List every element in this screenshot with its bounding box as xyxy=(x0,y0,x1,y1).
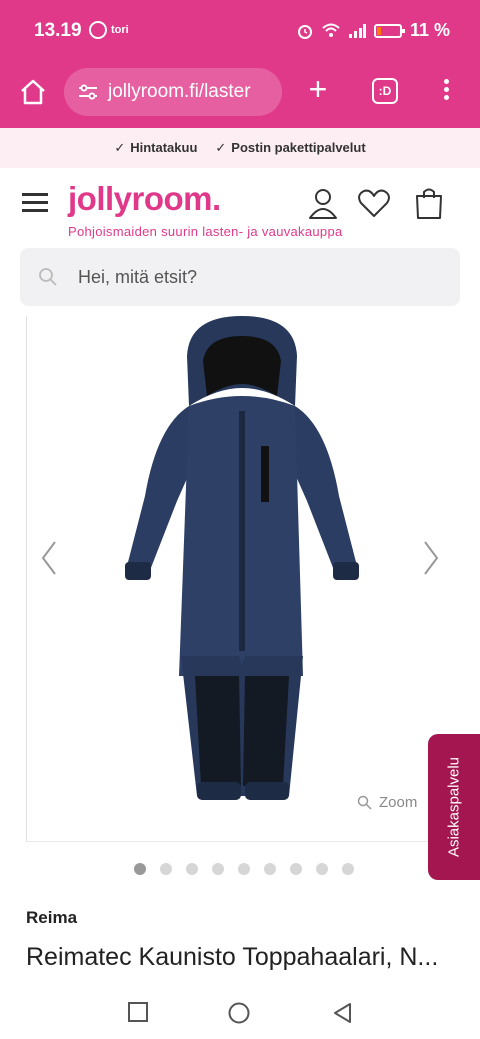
product-title: Reimatec Kaunisto Toppahaalari, N... xyxy=(26,943,439,971)
promo-item: ✓ Postin pakettipalvelut xyxy=(215,140,366,155)
status-bar: 13.19 tori 11 % xyxy=(0,0,480,62)
search-icon xyxy=(39,268,57,286)
zoom-label: Zoom xyxy=(379,794,418,811)
zoom-button[interactable]: Zoom xyxy=(357,794,417,811)
promo-strip: ✓ Hintatakuu ✓ Postin pakettipalvelut xyxy=(0,128,480,168)
product-image xyxy=(125,316,359,800)
check-icon: ✓ xyxy=(114,140,126,155)
gallery-pagination xyxy=(134,863,354,875)
account-icon[interactable] xyxy=(306,186,340,220)
previous-image-arrow-icon[interactable] xyxy=(39,538,59,578)
gallery-dot[interactable] xyxy=(290,863,302,875)
gallery-dot[interactable] xyxy=(238,863,250,875)
recent-apps-icon[interactable] xyxy=(128,1002,148,1022)
browser-menu-button[interactable] xyxy=(438,76,454,106)
notification-tori: tori xyxy=(111,24,129,36)
site-header: jollyroom. Pohjoismaiden suurin lasten- … xyxy=(0,168,480,246)
product-image-gallery[interactable]: Zoom xyxy=(26,316,454,842)
wishlist-heart-icon[interactable] xyxy=(357,186,391,220)
system-nav-bar xyxy=(0,984,480,1039)
status-right: 11 % xyxy=(296,20,450,41)
whatsapp-icon xyxy=(89,21,107,39)
site-settings-icon[interactable] xyxy=(78,84,98,100)
hamburger-menu-icon[interactable] xyxy=(22,193,48,213)
check-icon: ✓ xyxy=(215,140,227,155)
site-tagline: Pohjoismaiden suurin lasten- ja vauvakau… xyxy=(68,224,343,239)
battery-icon xyxy=(373,23,405,38)
status-time: 13.19 xyxy=(34,20,82,41)
promo-item: ✓ Hintatakuu xyxy=(114,140,198,155)
customer-service-tab[interactable]: Asiakaspalvelu xyxy=(428,734,480,880)
battery-percent: 11 % xyxy=(409,20,450,40)
browser-toolbar: jollyroom.fi/laster + :D xyxy=(0,62,480,128)
tab-switcher-button[interactable]: :D xyxy=(372,78,398,104)
next-image-arrow-icon[interactable] xyxy=(421,538,441,578)
product-brand[interactable]: Reima xyxy=(26,908,77,928)
gallery-dot[interactable] xyxy=(342,863,354,875)
alarm-icon xyxy=(297,24,312,39)
new-tab-button[interactable]: + xyxy=(302,73,334,106)
signal-icon xyxy=(348,23,366,38)
gallery-dot[interactable] xyxy=(134,863,146,875)
site-logo[interactable]: jollyroom. xyxy=(68,180,221,218)
gallery-dot[interactable] xyxy=(212,863,224,875)
gallery-dot[interactable] xyxy=(186,863,198,875)
search-placeholder: Hei, mitä etsit? xyxy=(78,266,198,287)
cart-bag-icon[interactable] xyxy=(412,186,446,220)
home-icon[interactable] xyxy=(18,77,48,107)
zoom-icon xyxy=(357,795,372,810)
url-bar[interactable]: jollyroom.fi/laster xyxy=(64,68,282,116)
gallery-dot[interactable] xyxy=(316,863,328,875)
home-circle-icon[interactable] xyxy=(228,1002,250,1024)
customer-service-label: Asiakaspalvelu xyxy=(445,756,463,858)
search-input[interactable]: Hei, mitä etsit? xyxy=(20,248,460,306)
gallery-dot[interactable] xyxy=(264,863,276,875)
back-triangle-icon[interactable] xyxy=(332,1002,352,1024)
url-text: jollyroom.fi/laster xyxy=(108,81,251,102)
gallery-dot[interactable] xyxy=(160,863,172,875)
wifi-icon xyxy=(322,23,340,37)
